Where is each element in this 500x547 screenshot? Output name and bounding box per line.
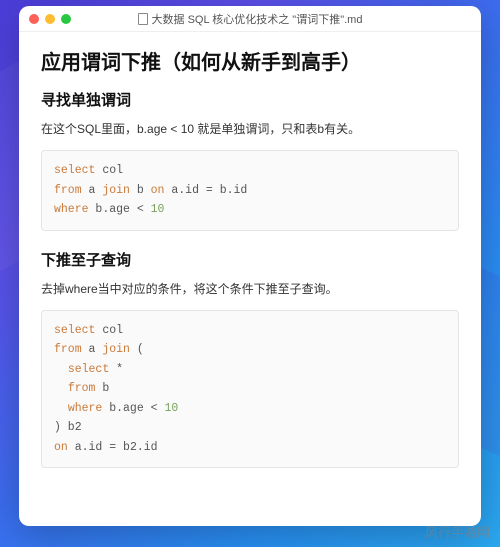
code-block: select col from a join b on a.id = b.id …: [41, 150, 459, 231]
document-window: 大数据 SQL 核心优化技术之 "谓词下推".md 应用谓词下推（如何从新手到高…: [19, 6, 481, 526]
window-title: 大数据 SQL 核心优化技术之 "谓词下推".md: [152, 11, 363, 27]
close-icon[interactable]: [29, 14, 39, 24]
zoom-icon[interactable]: [61, 14, 71, 24]
titlebar: 大数据 SQL 核心优化技术之 "谓词下推".md: [19, 6, 481, 32]
page-title: 应用谓词下推（如何从新手到高手）: [41, 46, 459, 75]
file-icon: [138, 13, 148, 25]
code-block: select col from a join ( select * from b…: [41, 310, 459, 469]
window-controls: [29, 14, 71, 24]
section-heading: 下推至子查询: [41, 249, 459, 270]
paragraph: 在这个SQL里面，b.age < 10 就是单独谓词，只和表b有关。: [41, 120, 459, 138]
minimize-icon[interactable]: [45, 14, 55, 24]
paragraph: 去掉where当中对应的条件，将这个条件下推至子查询。: [41, 280, 459, 298]
section-heading: 寻找单独谓词: [41, 89, 459, 110]
document-content[interactable]: 应用谓词下推（如何从新手到高手） 寻找单独谓词 在这个SQL里面，b.age <…: [19, 32, 481, 526]
watermark: 风行手游网: [425, 522, 490, 541]
